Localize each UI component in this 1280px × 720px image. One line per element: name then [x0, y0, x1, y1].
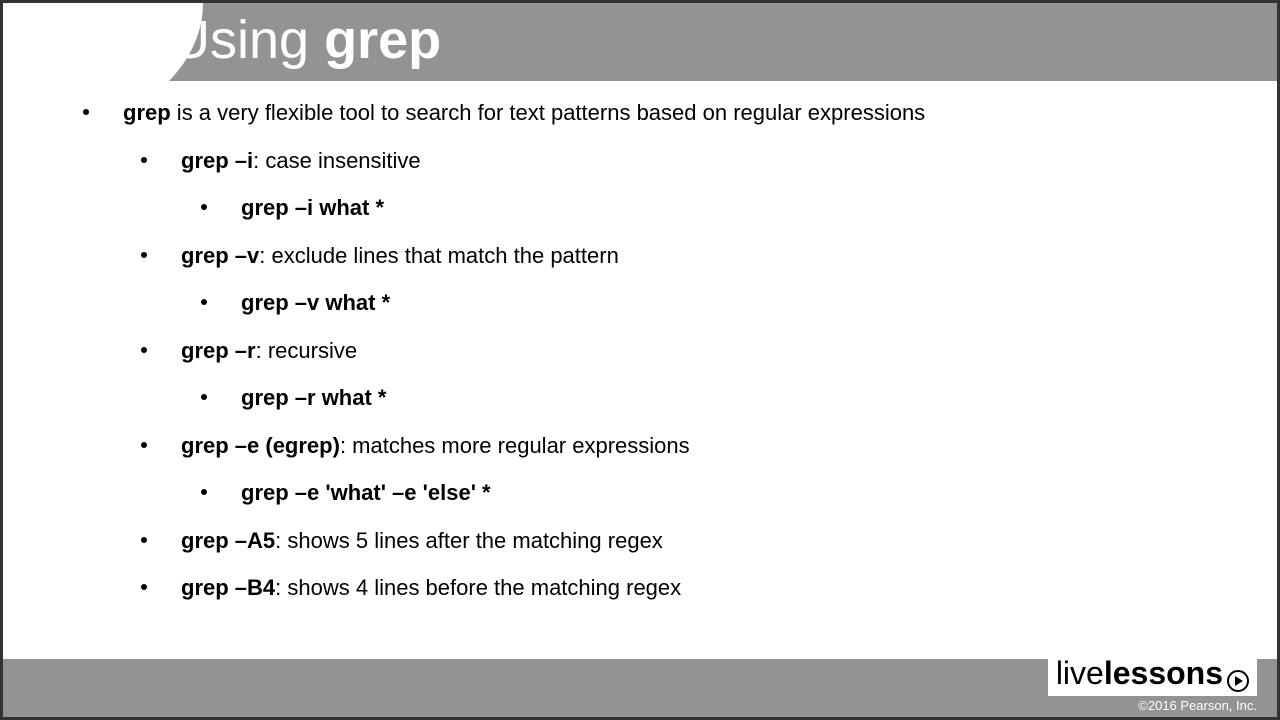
option-row: grep –B4: shows 4 lines before the match… — [63, 574, 1237, 602]
option-row: grep –e (egrep): matches more regular ex… — [63, 432, 1237, 460]
title-prefix: Using — [171, 10, 324, 70]
slide-title: Using grep — [171, 9, 441, 71]
footer-band: livelessons ©2016 Pearson, Inc. — [3, 659, 1277, 717]
example-row: grep –v what * — [63, 289, 1237, 317]
option-row: grep –r: recursive — [63, 337, 1237, 365]
title-bold: grep — [324, 10, 441, 70]
header-band: Using grep — [3, 3, 1277, 81]
bullet-icon — [201, 394, 207, 400]
brand-logo: livelessons — [1048, 653, 1257, 696]
option-command: grep –A5 — [181, 528, 275, 553]
bullet-icon — [201, 204, 207, 210]
option-row: grep –A5: shows 5 lines after the matchi… — [63, 527, 1237, 555]
example-text: grep –e 'what' –e 'else' * — [241, 479, 491, 507]
option-command: grep –v — [181, 243, 259, 268]
bullet-icon — [141, 157, 147, 163]
option-row: grep –v: exclude lines that match the pa… — [63, 242, 1237, 270]
bullet-icon — [141, 584, 147, 590]
example-text: grep –i what * — [241, 194, 384, 222]
option-command: grep –i — [181, 148, 253, 173]
option-row: grep –i: case insensitive — [63, 147, 1237, 175]
brand-live: live — [1056, 655, 1104, 692]
option-desc: : shows 5 lines after the matching regex — [275, 528, 663, 553]
bullet-icon — [83, 109, 89, 115]
option-command: grep –r — [181, 338, 256, 363]
example-row: grep –i what * — [63, 194, 1237, 222]
brand-block: livelessons ©2016 Pearson, Inc. — [1048, 653, 1257, 713]
option-desc: : case insensitive — [253, 148, 421, 173]
slide-content: grep is a very flexible tool to search f… — [3, 81, 1277, 602]
bullet-icon — [201, 299, 207, 305]
bullet-icon — [201, 489, 207, 495]
play-icon — [1227, 670, 1249, 692]
bullet-icon — [141, 347, 147, 353]
example-text: grep –v what * — [241, 289, 390, 317]
option-desc: : shows 4 lines before the matching rege… — [275, 575, 681, 600]
brand-lessons: lessons — [1104, 655, 1223, 692]
option-command: grep –B4 — [181, 575, 275, 600]
intro-command: grep — [123, 100, 171, 125]
bullet-icon — [141, 442, 147, 448]
bullet-icon — [141, 537, 147, 543]
example-row: grep –e 'what' –e 'else' * — [63, 479, 1237, 507]
option-command: grep –e (egrep) — [181, 433, 340, 458]
example-text: grep –r what * — [241, 384, 386, 412]
option-desc: : recursive — [256, 338, 357, 363]
copyright-text: ©2016 Pearson, Inc. — [1048, 698, 1257, 713]
option-desc: : exclude lines that match the pattern — [259, 243, 619, 268]
intro-line: grep is a very flexible tool to search f… — [63, 99, 1237, 127]
bullet-icon — [141, 252, 147, 258]
option-desc: : matches more regular expressions — [340, 433, 690, 458]
intro-text: is a very flexible tool to search for te… — [171, 100, 926, 125]
example-row: grep –r what * — [63, 384, 1237, 412]
